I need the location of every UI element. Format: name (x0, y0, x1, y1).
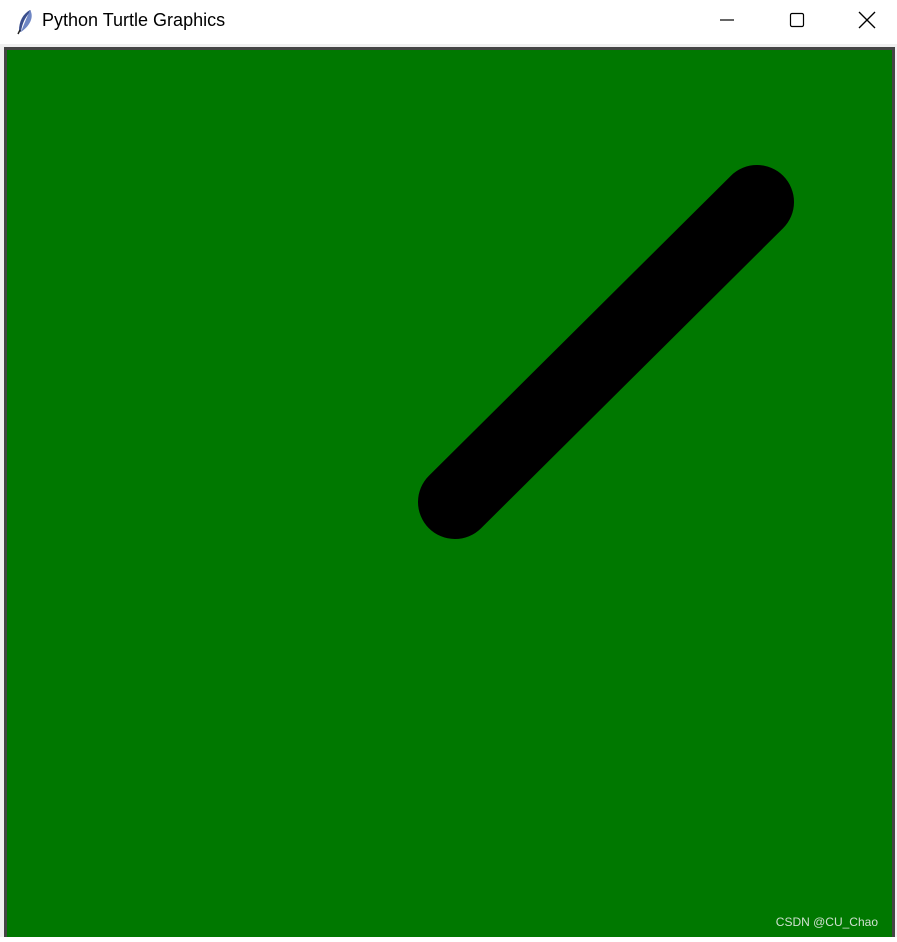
window-title: Python Turtle Graphics (42, 10, 226, 30)
turtle-canvas[interactable]: CSDN @CU_Chao (7, 50, 892, 937)
turtle-window: Python Turtle Graphics CSDN @CU_Chao (0, 0, 897, 937)
canvas-frame: CSDN @CU_Chao (0, 44, 897, 937)
drawn-line (418, 165, 794, 539)
minimize-icon (719, 12, 735, 33)
drawing-surface (418, 165, 794, 539)
title-bar[interactable]: Python Turtle Graphics (0, 0, 897, 44)
close-button[interactable] (832, 0, 897, 44)
feather-icon (15, 9, 35, 35)
maximize-icon (789, 12, 805, 33)
close-icon (858, 11, 876, 34)
canvas-border: CSDN @CU_Chao (4, 47, 895, 937)
maximize-button[interactable] (762, 0, 832, 44)
watermark: CSDN @CU_Chao (775, 915, 878, 929)
minimize-button[interactable] (692, 0, 762, 44)
